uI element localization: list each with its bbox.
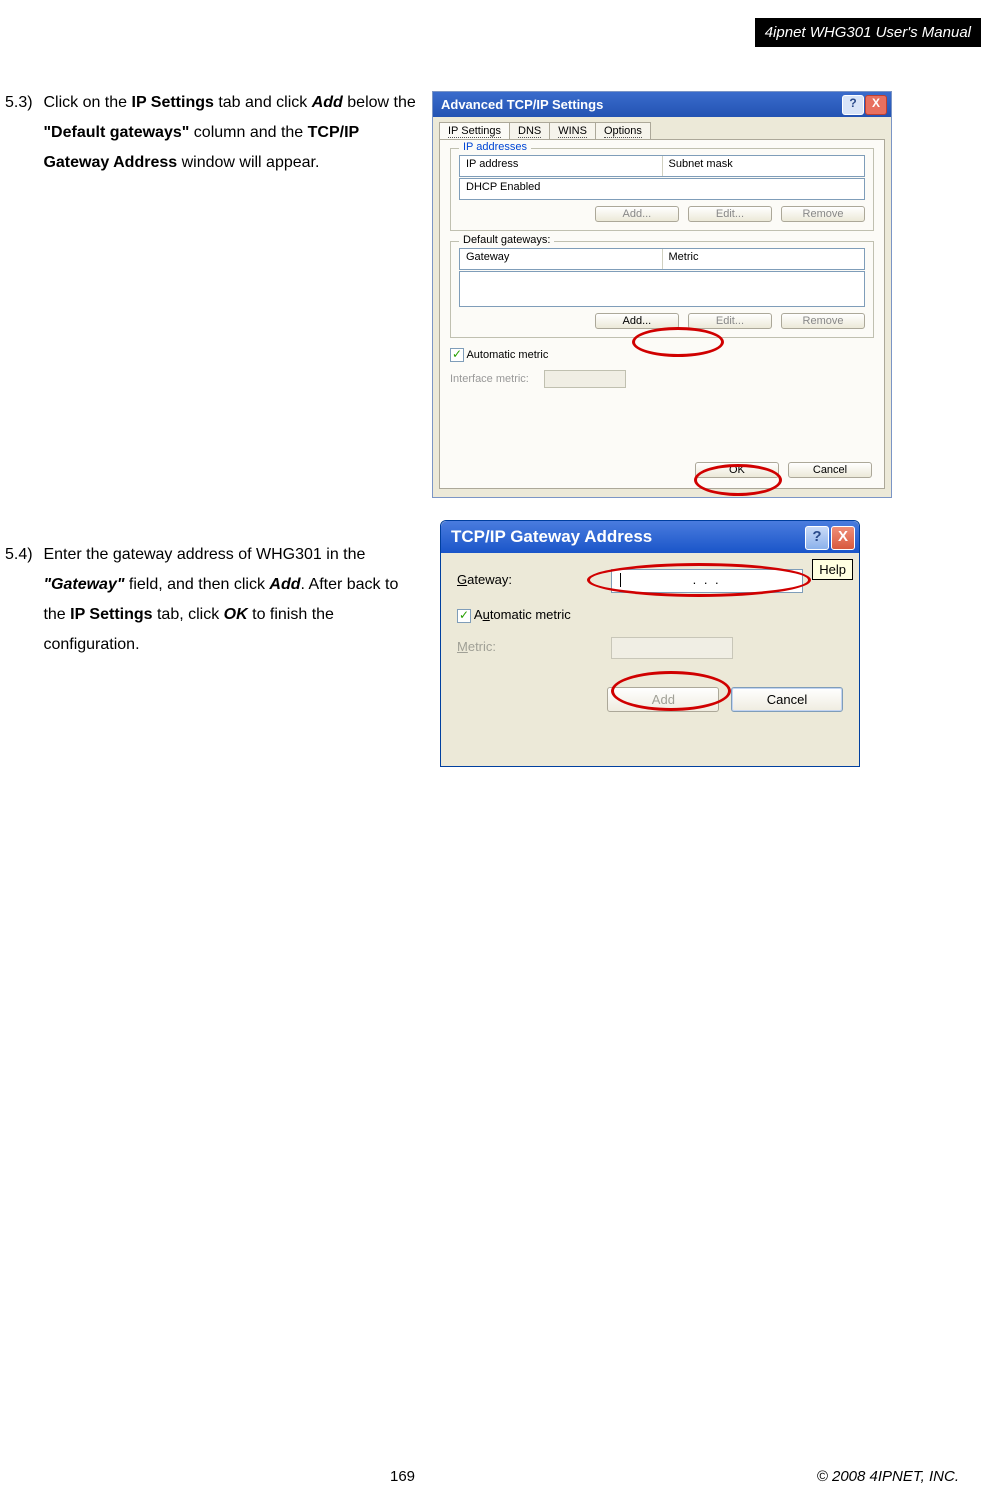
text: below the — [343, 94, 416, 111]
step-number: 5.4) — [5, 540, 39, 570]
bold-italic: Add — [312, 94, 343, 111]
tab-label: WINS — [558, 125, 587, 138]
close-icon[interactable]: X — [865, 95, 887, 115]
gateway-label: Gateway: — [457, 572, 607, 587]
auto-metric-row: ✓ Automatic metric — [450, 348, 874, 362]
gateway-list[interactable] — [459, 271, 865, 307]
auto-metric-label: Automatic metric — [466, 349, 548, 361]
check-icon: ✓ — [459, 608, 469, 622]
ip-list[interactable]: DHCP Enabled — [459, 178, 865, 200]
bold: IP Settings — [132, 94, 214, 111]
cancel-button[interactable]: Cancel — [731, 687, 843, 712]
remove-button[interactable]: Remove — [781, 206, 865, 222]
tab-options[interactable]: Options — [595, 122, 651, 140]
tab-label: DNS — [518, 125, 541, 138]
check-icon: ✓ — [452, 347, 462, 361]
header-title: 4ipnet WHG301 User's Manual — [755, 18, 981, 47]
interface-metric-row: Interface metric: — [450, 370, 874, 388]
text: Enter the gateway address of WHG301 in t… — [43, 546, 365, 563]
tab-wins[interactable]: WINS — [549, 122, 596, 140]
bold-italic: OK — [224, 606, 248, 623]
interface-metric-input — [544, 370, 626, 388]
dialog-body: Gateway: . . . ✓ Automatic metric Metric… — [441, 553, 859, 722]
bold-italic: Add — [269, 576, 300, 593]
step-number: 5.3) — [5, 88, 39, 118]
close-icon[interactable]: X — [831, 526, 855, 550]
text-cursor — [620, 573, 621, 587]
gateway-input[interactable]: . . . — [611, 569, 803, 593]
columns-header: IP address Subnet mask — [459, 155, 865, 177]
interface-metric-label: Interface metric: — [450, 373, 529, 385]
text: Click on the — [43, 94, 131, 111]
auto-metric-checkbox[interactable]: ✓ — [450, 348, 464, 362]
edit-button[interactable]: Edit... — [688, 313, 772, 329]
metric-input — [611, 637, 733, 659]
tab-label: Options — [604, 125, 642, 138]
ip-addresses-group: IP addresses IP address Subnet mask DHCP… — [450, 148, 874, 231]
tab-label: IP Settings — [448, 125, 501, 138]
col-ip-address: IP address — [460, 156, 663, 176]
tab-panel: IP addresses IP address Subnet mask DHCP… — [439, 139, 885, 489]
remove-button[interactable]: Remove — [781, 313, 865, 329]
page-number: 169 — [390, 1468, 415, 1485]
col-gateway: Gateway — [460, 249, 663, 269]
tab-strip: IP Settings DNS WINS Options — [433, 117, 891, 139]
window-title-bar[interactable]: TCP/IP Gateway Address ? X — [441, 521, 859, 553]
bold-italic: "Gateway" — [43, 576, 124, 593]
group-title: IP addresses — [459, 141, 531, 153]
columns-header: Gateway Metric — [459, 248, 865, 270]
ip-dots: . . . — [693, 572, 721, 587]
window-title-bar[interactable]: Advanced TCP/IP Settings ? X — [433, 92, 891, 117]
step-5-4: 5.4) Enter the gateway address of WHG301… — [5, 540, 430, 660]
text: column and the — [189, 124, 307, 141]
bold: IP Settings — [70, 606, 152, 623]
add-button[interactable]: Add... — [595, 206, 679, 222]
auto-metric-checkbox[interactable]: ✓ — [457, 609, 471, 623]
default-gateways-group: Default gateways: Gateway Metric Add... … — [450, 241, 874, 338]
text: field, and then click — [124, 576, 269, 593]
metric-label: Metric: — [457, 639, 607, 654]
window-title: Advanced TCP/IP Settings — [441, 97, 603, 112]
add-button[interactable]: Add... — [595, 313, 679, 329]
help-icon[interactable]: ? — [842, 95, 864, 115]
col-metric: Metric — [663, 249, 865, 269]
text: tab, click — [153, 606, 224, 623]
footer-copyright: © 2008 4IPNET, INC. — [817, 1468, 959, 1485]
tab-ip-settings[interactable]: IP Settings — [439, 122, 510, 140]
step-5-3: 5.3) Click on the IP Settings tab and cl… — [5, 88, 430, 178]
tcpip-gateway-window: TCP/IP Gateway Address ? X Help Gateway:… — [440, 520, 860, 767]
text: window will appear. — [177, 154, 319, 171]
cancel-button[interactable]: Cancel — [788, 462, 872, 478]
tab-dns[interactable]: DNS — [509, 122, 550, 140]
advanced-tcpip-window: Advanced TCP/IP Settings ? X IP Settings… — [432, 91, 892, 498]
bold: "Default gateways" — [43, 124, 189, 141]
group-title: Default gateways: — [459, 234, 554, 246]
add-button[interactable]: Add — [607, 687, 719, 712]
auto-metric-label: Automatic metric — [474, 607, 571, 622]
window-title: TCP/IP Gateway Address — [451, 527, 652, 546]
help-icon[interactable]: ? — [805, 526, 829, 550]
ok-button[interactable]: OK — [695, 462, 779, 478]
col-subnet-mask: Subnet mask — [663, 156, 865, 176]
text: tab and click — [214, 94, 312, 111]
edit-button[interactable]: Edit... — [688, 206, 772, 222]
